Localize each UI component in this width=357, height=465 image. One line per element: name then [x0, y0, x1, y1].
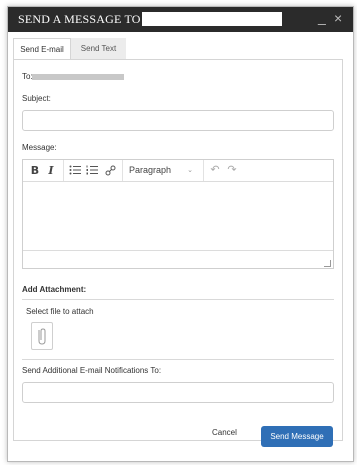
toolbar-divider: [122, 160, 123, 181]
editor-statusbar: [23, 250, 333, 269]
redo-icon[interactable]: ↷: [225, 160, 239, 181]
bullet-list-icon[interactable]: [67, 160, 83, 181]
cancel-button[interactable]: Cancel: [212, 428, 237, 437]
notify-label: Send Additional E-mail Notifications To:: [22, 366, 162, 375]
attachment-heading: Add Attachment:: [22, 285, 87, 294]
subject-input[interactable]: [22, 110, 334, 131]
notify-email-input[interactable]: [22, 382, 334, 403]
undo-icon[interactable]: ↶: [208, 160, 222, 181]
close-icon[interactable]: ×: [334, 10, 342, 26]
toolbar-divider: [203, 160, 204, 181]
dialog-title: SEND A MESSAGE TO: [18, 12, 141, 26]
chevron-down-icon[interactable]: ⌄: [185, 160, 195, 181]
notify-divider: [22, 359, 334, 360]
tab-send-email[interactable]: Send E-mail: [13, 38, 71, 60]
recipient-redaction: [142, 12, 282, 26]
bold-button[interactable]: B: [28, 160, 42, 181]
dialog-titlebar: SEND A MESSAGE TO _ ×: [8, 7, 353, 32]
to-recipient-redaction: [32, 74, 124, 80]
message-body-editor[interactable]: [23, 182, 333, 250]
toolbar-divider: [63, 160, 64, 181]
select-file-label: Select file to attach: [26, 307, 94, 316]
resize-handle-icon[interactable]: [324, 260, 331, 267]
numbered-list-icon[interactable]: [84, 160, 100, 181]
attachment-divider: [22, 299, 334, 300]
tab-send-text[interactable]: Send Text: [71, 38, 126, 59]
minimize-icon[interactable]: _: [318, 9, 326, 25]
subject-label: Subject:: [22, 94, 51, 103]
paperclip-icon: [38, 328, 46, 345]
italic-button[interactable]: I: [44, 160, 58, 181]
format-select[interactable]: Paragraph: [129, 160, 181, 181]
message-editor: B I Paragraph ⌄ ↶ ↷: [22, 159, 334, 269]
attach-file-button[interactable]: [31, 322, 53, 350]
editor-toolbar: B I Paragraph ⌄ ↶ ↷: [23, 160, 333, 182]
send-message-button[interactable]: Send Message: [261, 426, 333, 447]
message-label: Message:: [22, 143, 57, 152]
link-icon[interactable]: [102, 160, 118, 181]
